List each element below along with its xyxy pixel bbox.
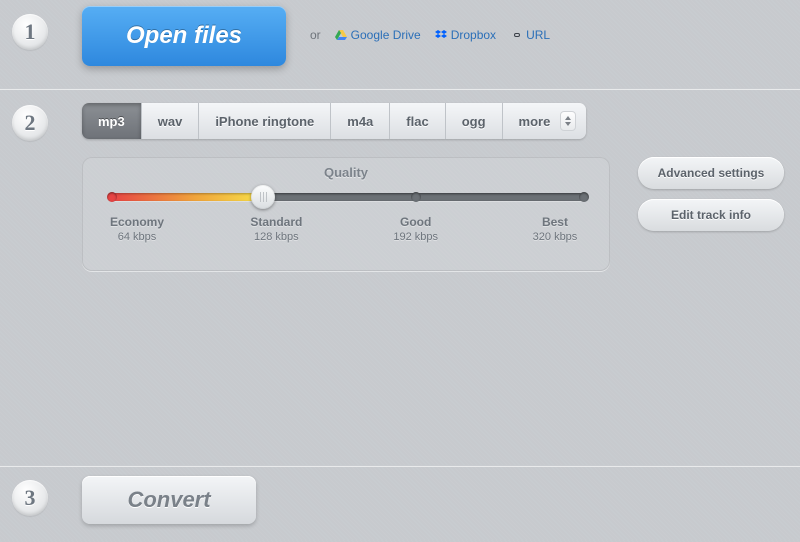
tab-wav[interactable]: wav	[142, 103, 200, 139]
quality-rate: 320 kbps	[512, 231, 598, 243]
quality-label-standard: Standard 128 kbps	[233, 215, 319, 243]
tab-ogg[interactable]: ogg	[446, 103, 503, 139]
quality-rate: 128 kbps	[233, 231, 319, 243]
format-tabs: mp3 wav iPhone ringtone m4a flac ogg mor…	[82, 103, 586, 139]
tab-mp3[interactable]: mp3	[82, 103, 142, 139]
dropbox-link[interactable]: Dropbox	[435, 28, 496, 42]
slider-tick-best	[579, 192, 589, 202]
step-number-2: 2	[12, 105, 48, 141]
url-link[interactable]: URL	[510, 28, 550, 42]
link-icon	[510, 29, 522, 41]
quality-name: Standard	[233, 215, 319, 229]
edit-track-info-button[interactable]: Edit track info	[638, 199, 784, 231]
tab-flac[interactable]: flac	[390, 103, 445, 139]
updown-icon	[560, 111, 576, 131]
quality-label-economy: Economy 64 kbps	[94, 215, 180, 243]
quality-name: Good	[373, 215, 459, 229]
or-label: or	[310, 28, 321, 42]
quality-rate: 64 kbps	[94, 231, 180, 243]
dropbox-icon	[435, 29, 447, 41]
quality-rate: 192 kbps	[373, 231, 459, 243]
tab-iphone-ringtone[interactable]: iPhone ringtone	[199, 103, 331, 139]
quality-name: Economy	[94, 215, 180, 229]
quality-panel: Quality Economy 64 kbps Standard 128 kbp…	[82, 157, 610, 271]
step-number-3: 3	[12, 480, 48, 516]
source-links: or Google Drive Dropbox URL	[310, 28, 550, 42]
slider-tick-economy	[107, 192, 117, 202]
quality-title: Quality	[82, 165, 610, 180]
quality-label-good: Good 192 kbps	[373, 215, 459, 243]
open-files-button[interactable]: Open files	[82, 6, 286, 66]
slider-fill	[112, 193, 263, 201]
url-label: URL	[526, 28, 550, 42]
tab-m4a[interactable]: m4a	[331, 103, 390, 139]
google-drive-label: Google Drive	[351, 28, 421, 42]
tab-more-label: more	[519, 114, 551, 129]
tab-more[interactable]: more	[503, 103, 587, 139]
convert-button[interactable]: Convert	[82, 476, 256, 524]
dropbox-label: Dropbox	[451, 28, 496, 42]
slider-handle[interactable]	[251, 185, 275, 209]
quality-labels: Economy 64 kbps Standard 128 kbps Good 1…	[94, 215, 598, 243]
quality-slider[interactable]	[112, 193, 584, 201]
google-drive-icon	[335, 29, 347, 41]
google-drive-link[interactable]: Google Drive	[335, 28, 421, 42]
step-number-1: 1	[12, 14, 48, 50]
slider-tick-good	[411, 192, 421, 202]
quality-label-best: Best 320 kbps	[512, 215, 598, 243]
quality-name: Best	[512, 215, 598, 229]
advanced-settings-button[interactable]: Advanced settings	[638, 157, 784, 189]
